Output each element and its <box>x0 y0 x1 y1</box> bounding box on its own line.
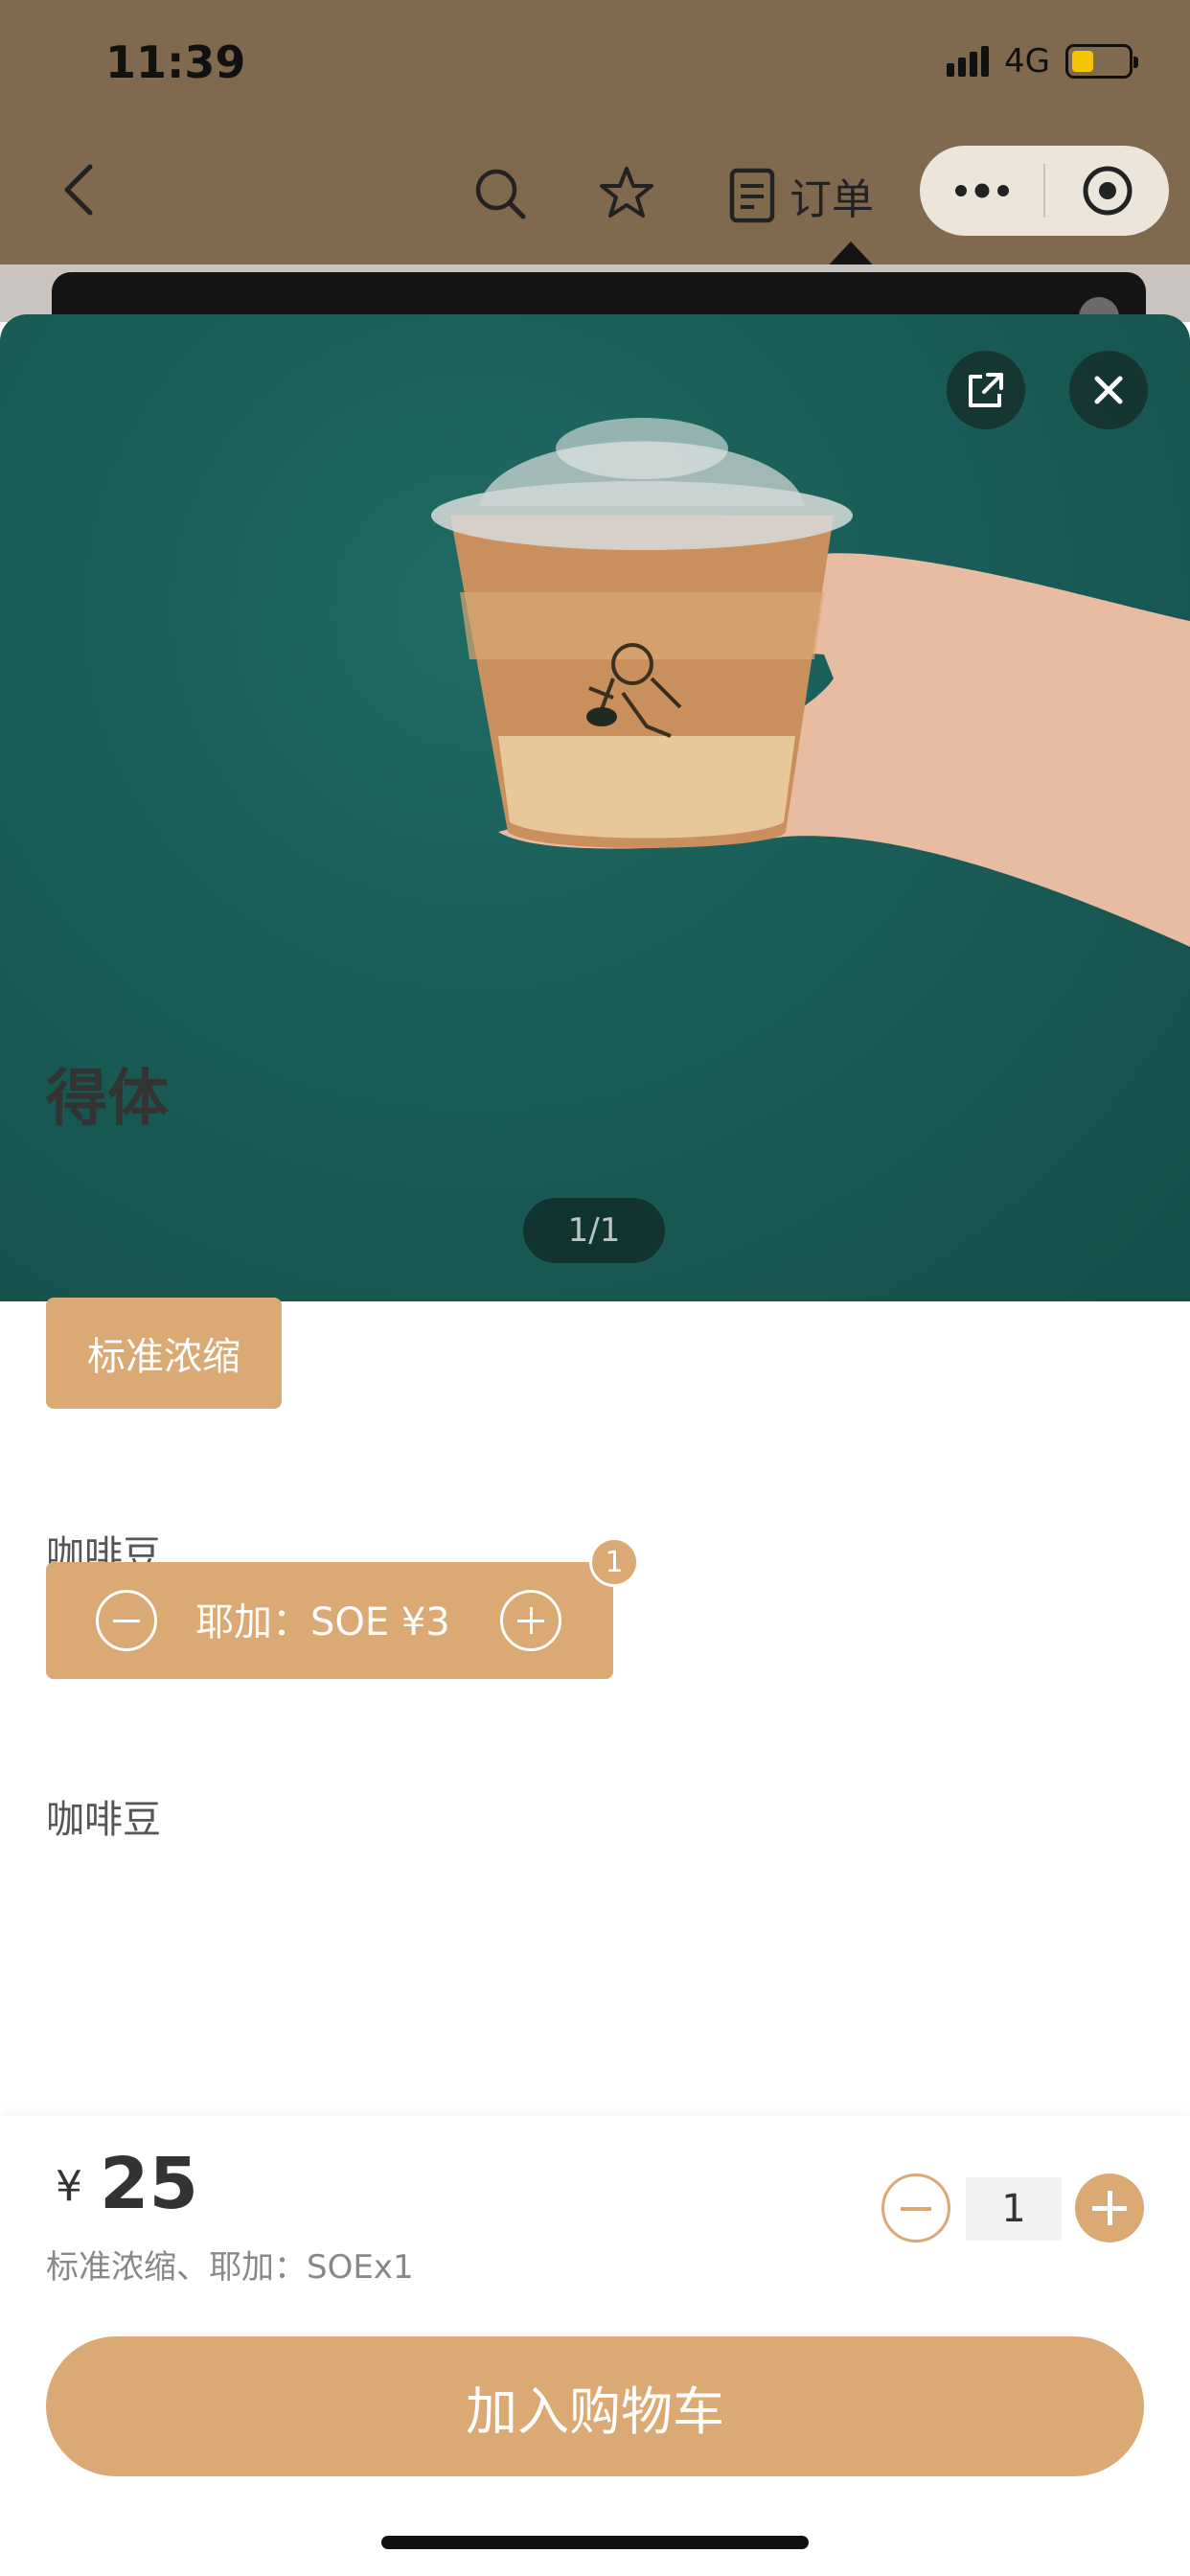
addon-plus-button[interactable] <box>500 1590 561 1651</box>
order-label: 订单 <box>790 175 874 224</box>
network-type: 4G <box>1004 42 1050 80</box>
exit-button[interactable] <box>1045 146 1169 236</box>
status-indicators: 4G <box>947 40 1138 82</box>
top-bar: 11:39 4G 订单 <box>0 0 1190 264</box>
product-title: 得体 <box>46 1064 169 1135</box>
addon-count-badge: 1 <box>589 1537 639 1587</box>
share-button[interactable] <box>947 351 1025 429</box>
close-button[interactable] <box>1069 351 1148 429</box>
selection-summary: 标准浓缩、耶加：SOEx1 <box>46 2248 414 2287</box>
quantity-value: 1 <box>966 2177 1062 2241</box>
search-icon[interactable] <box>471 165 529 222</box>
close-icon <box>1094 376 1123 404</box>
purchase-bar: ¥ 25 标准浓缩、耶加：SOEx1 1 加入购物车 <box>0 2116 1190 2576</box>
addon-label: 耶加：SOE ¥3 <box>195 1600 450 1644</box>
add-to-cart-button[interactable]: 加入购物车 <box>46 2336 1144 2476</box>
back-icon[interactable] <box>57 161 100 218</box>
more-icon <box>954 183 1009 198</box>
quantity-plus-button[interactable] <box>1075 2174 1144 2242</box>
order-icon <box>729 168 775 223</box>
mini-program-capsule <box>920 146 1169 236</box>
signal-icon <box>947 46 990 77</box>
star-icon[interactable] <box>598 165 655 222</box>
share-icon <box>969 373 1003 407</box>
option-standard-espresso[interactable]: 标准浓缩 <box>46 1298 282 1409</box>
section-label-2: 咖啡豆 <box>46 1798 161 1842</box>
photo-counter: 1/1 <box>523 1198 665 1263</box>
order-button[interactable]: 订单 <box>728 165 874 226</box>
home-indicator <box>381 2536 809 2549</box>
addon-minus-button[interactable] <box>96 1590 157 1651</box>
battery-icon <box>1065 44 1138 79</box>
price-value: 25 <box>100 2143 198 2225</box>
addon-chip[interactable]: 耶加：SOE ¥3 <box>46 1562 613 1679</box>
price-currency: ¥ <box>56 2162 82 2211</box>
coffee-cup-illustration <box>431 418 1190 947</box>
target-icon <box>1083 166 1132 216</box>
status-time: 11:39 <box>105 36 246 88</box>
more-button[interactable] <box>920 146 1043 236</box>
quantity-minus-button[interactable] <box>881 2174 950 2242</box>
product-photo[interactable]: 1/1 <box>0 314 1190 1301</box>
